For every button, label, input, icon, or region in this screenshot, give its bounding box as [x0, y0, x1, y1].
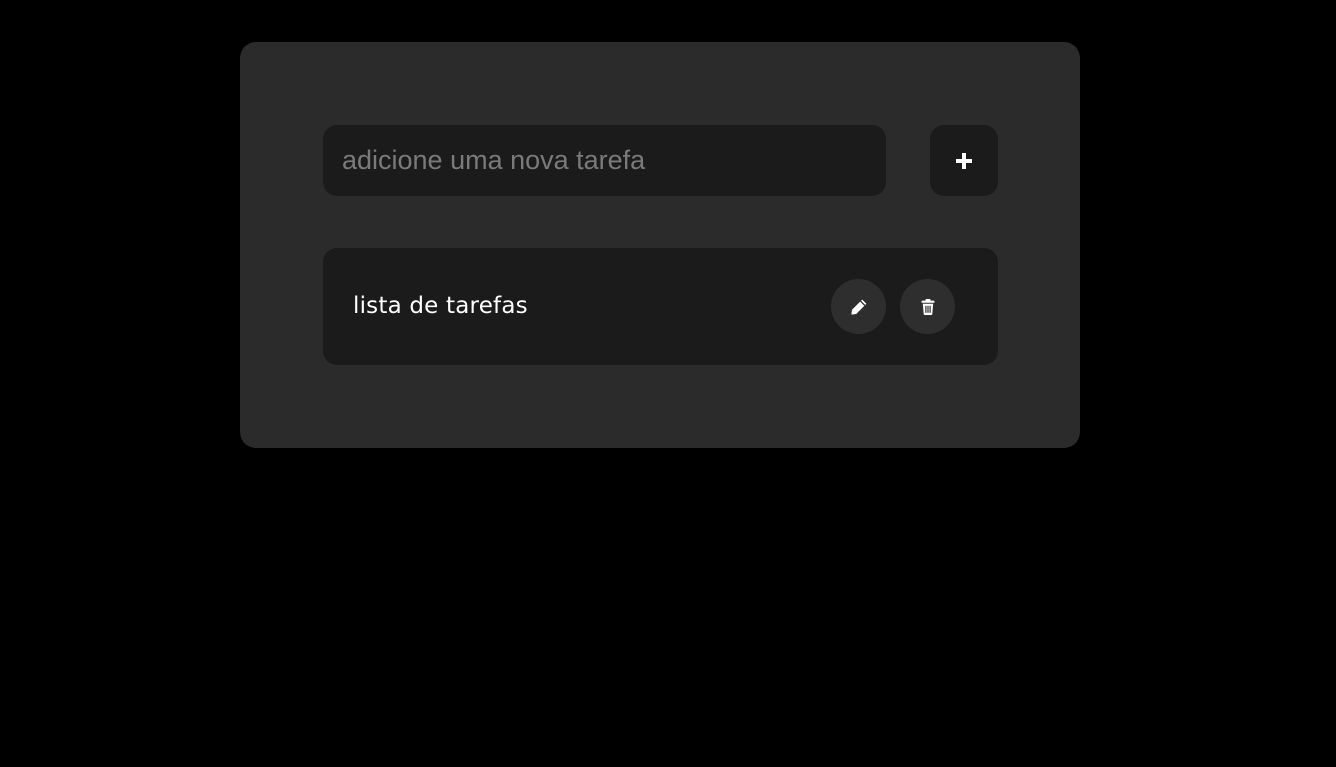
delete-task-button[interactable] [900, 279, 955, 334]
pencil-icon [850, 298, 868, 316]
new-task-input[interactable] [323, 125, 886, 196]
task-item: lista de tarefas [323, 248, 998, 365]
plus-icon [956, 152, 972, 169]
trash-icon [919, 298, 937, 316]
task-label: lista de tarefas [353, 293, 528, 319]
edit-task-button[interactable] [831, 279, 886, 334]
add-task-button[interactable] [930, 125, 998, 196]
todo-card: lista de tarefas [240, 42, 1080, 448]
